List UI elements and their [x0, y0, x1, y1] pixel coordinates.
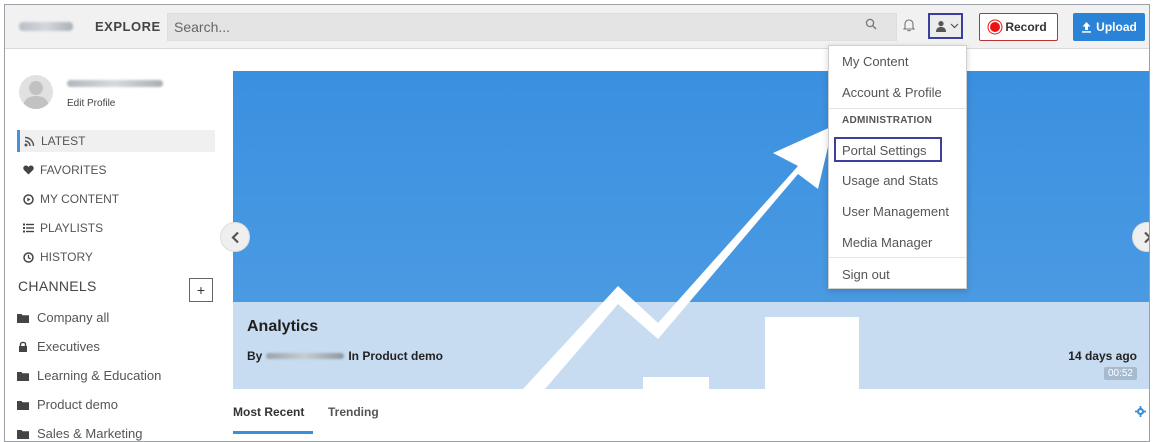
highlight-box: [834, 137, 942, 162]
sidebar: Edit Profile LATEST FAVORITES MY CONTENT: [5, 50, 230, 441]
logo[interactable]: [19, 22, 73, 31]
upload-button[interactable]: Upload: [1073, 13, 1145, 41]
avatar[interactable]: [19, 75, 53, 109]
channels-heading: CHANNELS: [18, 278, 97, 294]
record-button[interactable]: Record: [979, 13, 1058, 41]
channel-ref[interactable]: In Product demo: [348, 349, 443, 363]
menu-item-media-manager[interactable]: Media Manager: [829, 227, 966, 257]
user-menu-button[interactable]: [928, 13, 963, 39]
channel-label: Product demo: [37, 397, 118, 412]
record-label: Record: [1005, 20, 1047, 34]
play-circle-icon: [23, 193, 34, 205]
tab-most-recent[interactable]: Most Recent: [233, 405, 304, 419]
user-avatar-icon: [23, 81, 49, 109]
menu-section-administration: ADMINISTRATION: [842, 115, 933, 126]
tab-trending[interactable]: Trending: [328, 405, 379, 419]
bell-icon[interactable]: [903, 18, 915, 32]
top-bar: EXPLORE Record: [5, 5, 1149, 49]
by-prefix: By: [247, 349, 263, 363]
menu-item-sign-out[interactable]: Sign out: [829, 259, 966, 289]
sidebar-item-my-content[interactable]: MY CONTENT: [17, 188, 215, 210]
sidebar-item-label: FAVORITES: [40, 163, 107, 177]
user-dropdown-menu: My Content Account & Profile ADMINISTRAT…: [828, 45, 967, 289]
channel-item-product-demo[interactable]: Product demo: [17, 397, 118, 412]
folder-icon: [17, 371, 29, 381]
channel-item-executives[interactable]: Executives: [17, 339, 100, 354]
search-icon[interactable]: [865, 18, 877, 30]
user-name: [67, 80, 163, 87]
list-icon: [23, 223, 34, 233]
menu-divider: [829, 257, 966, 258]
channel-item-learning-education[interactable]: Learning & Education: [17, 368, 161, 383]
menu-divider: [829, 108, 966, 109]
menu-item-account-profile[interactable]: Account & Profile: [829, 77, 966, 107]
folder-icon: [17, 400, 29, 410]
channel-item-sales-marketing[interactable]: Sales & Marketing: [17, 426, 143, 441]
channel-label: Executives: [37, 339, 100, 354]
rss-icon: [24, 136, 35, 146]
menu-item-user-management[interactable]: User Management: [829, 196, 966, 226]
channel-label: Sales & Marketing: [37, 426, 143, 441]
video-byline: By In Product demo: [247, 349, 443, 363]
sidebar-item-playlists[interactable]: PLAYLISTS: [17, 217, 215, 239]
author-name[interactable]: [266, 353, 345, 359]
carousel-prev-button[interactable]: [220, 222, 250, 252]
upload-icon: [1082, 22, 1092, 33]
chevron-right-icon: [1143, 231, 1149, 243]
folder-icon: [17, 429, 29, 439]
video-duration: 00:52: [1103, 367, 1137, 380]
trend-arrow-graphic: [523, 126, 859, 389]
featured-video[interactable]: Analytics By In Product demo 14 days ago…: [233, 71, 1149, 389]
search-input[interactable]: [174, 18, 814, 36]
video-title[interactable]: Analytics: [247, 318, 318, 336]
folder-icon: [17, 313, 29, 323]
search-box[interactable]: [167, 13, 897, 41]
menu-item-usage-stats[interactable]: Usage and Stats: [829, 165, 966, 195]
sidebar-item-label: LATEST: [41, 134, 86, 148]
clock-icon: [23, 251, 34, 263]
channel-label: Learning & Education: [37, 368, 162, 383]
video-age: 14 days ago: [1068, 349, 1137, 363]
add-channel-button[interactable]: +: [189, 278, 213, 302]
sidebar-item-latest[interactable]: LATEST: [17, 130, 215, 152]
menu-item-my-content[interactable]: My Content: [829, 46, 966, 76]
sidebar-item-label: MY CONTENT: [40, 192, 120, 206]
edit-profile-link[interactable]: Edit Profile: [67, 98, 115, 109]
channel-label: Company all: [37, 310, 110, 325]
heart-icon: [23, 165, 34, 175]
upload-label: Upload: [1096, 20, 1137, 34]
lock-icon: [19, 341, 27, 352]
active-tab-indicator: [233, 431, 313, 434]
chevron-down-icon: [950, 23, 959, 29]
chevron-left-icon: [230, 231, 239, 243]
sidebar-item-favorites[interactable]: FAVORITES: [17, 159, 215, 181]
user-icon: [936, 21, 946, 32]
sidebar-item-history[interactable]: HISTORY: [17, 246, 215, 268]
gear-icon[interactable]: [1135, 406, 1146, 417]
record-icon: [990, 22, 1001, 32]
sidebar-item-label: HISTORY: [40, 250, 93, 264]
sidebar-item-label: PLAYLISTS: [40, 221, 104, 235]
explore-link[interactable]: EXPLORE: [95, 19, 161, 34]
channel-item-company-all[interactable]: Company all: [17, 310, 109, 325]
app-window: EXPLORE Record: [4, 4, 1150, 442]
